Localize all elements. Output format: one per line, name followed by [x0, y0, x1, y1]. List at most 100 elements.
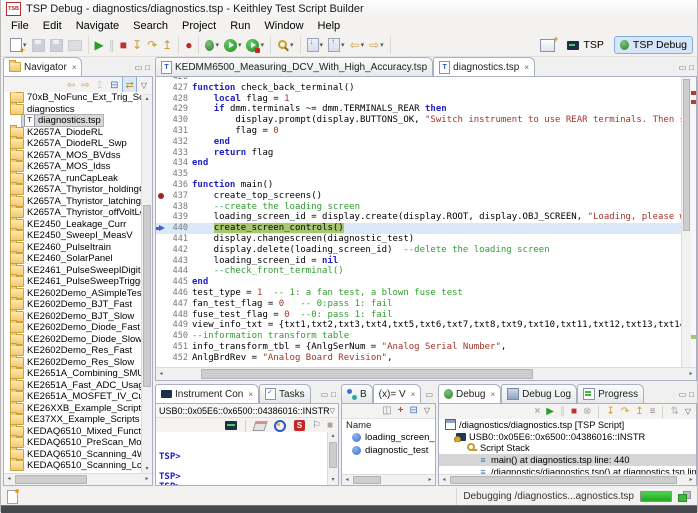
- instruction-pointer-icon[interactable]: [156, 223, 166, 234]
- variable-row[interactable]: diagnostic_test: [342, 444, 435, 457]
- tree-item[interactable]: KE2602Demo_BJT_Fast: [4, 299, 142, 311]
- minimize-icon[interactable]: ▭: [425, 391, 433, 399]
- tree-item[interactable]: K2657A_DiodeRL_Swp: [4, 138, 142, 150]
- scrollbar-thumb[interactable]: [143, 205, 151, 387]
- console-output[interactable]: TSP>TSP>TSP>: [156, 432, 328, 485]
- run-icon[interactable]: ▾: [222, 37, 244, 54]
- tree-item[interactable]: KE2602Demo_Res_Fast: [4, 345, 142, 357]
- scroll-left-icon[interactable]: ◂: [342, 475, 352, 485]
- next-annotation-icon[interactable]: ▾: [305, 37, 326, 54]
- editor-vscrollbar[interactable]: [681, 77, 691, 368]
- maximize-icon[interactable]: □: [331, 391, 336, 399]
- minimize-icon[interactable]: ▭: [135, 64, 143, 72]
- disconnect-icon[interactable]: ⊗: [581, 403, 593, 420]
- tree-item[interactable]: K2657A_MOS_Idss: [4, 161, 142, 173]
- view-menu-icon[interactable]: ▽: [683, 403, 693, 420]
- resume-icon[interactable]: ▶: [544, 403, 556, 420]
- dropdown-arrow-icon[interactable]: ▾: [290, 42, 294, 49]
- menu-navigate[interactable]: Navigate: [69, 19, 126, 33]
- variable-row[interactable]: loading_screen_id: [342, 431, 435, 444]
- tree-item[interactable]: KEDAQ6510_Scanning_Low_Lev: [4, 460, 142, 472]
- tab-breakpoints[interactable]: B: [341, 384, 373, 403]
- navigator-hscrollbar[interactable]: ◂ ▸: [4, 473, 152, 485]
- dropdown-arrow-icon[interactable]: ▾: [260, 42, 264, 49]
- step-return-icon[interactable]: ↥: [633, 403, 645, 420]
- scrollbar-thumb[interactable]: [450, 476, 677, 484]
- debug-tree-item[interactable]: /diagnostics/diagnostics.tsp [TSP Script…: [439, 419, 696, 431]
- error-mark[interactable]: [691, 91, 696, 95]
- menu-file[interactable]: File: [4, 19, 36, 33]
- remove-terminated-icon[interactable]: ×: [532, 403, 542, 420]
- scroll-left-icon[interactable]: ◂: [439, 475, 449, 485]
- scroll-right-icon[interactable]: ▸: [686, 475, 696, 485]
- menu-run[interactable]: Run: [223, 19, 257, 33]
- scroll-right-icon[interactable]: ▸: [425, 475, 435, 485]
- dropdown-arrow-icon[interactable]: ▾: [215, 42, 219, 49]
- debug-icon[interactable]: ▾: [203, 37, 221, 54]
- dropdown-arrow-icon[interactable]: ▾: [380, 42, 384, 49]
- scrollbar-thumb[interactable]: [683, 79, 690, 231]
- tree-item[interactable]: KE2602Demo_Diode_Slow: [4, 334, 142, 346]
- tree-item[interactable]: KE2651A_Fast_ADC_Usage: [4, 380, 142, 392]
- editor-hscrollbar[interactable]: ◂ ▸: [156, 367, 696, 380]
- tree-item[interactable]: KE2651A_Combining_SMUs_for: [4, 368, 142, 380]
- step-return-icon[interactable]: ↥: [160, 37, 174, 54]
- background-jobs-icon[interactable]: [678, 491, 691, 502]
- save-all-icon[interactable]: [48, 37, 65, 54]
- step-filters-icon[interactable]: ⇅: [668, 403, 680, 420]
- menu-search[interactable]: Search: [126, 19, 175, 33]
- menu-project[interactable]: Project: [175, 19, 223, 33]
- scroll-left-icon[interactable]: ◂: [156, 368, 166, 380]
- tab-debug-log[interactable]: Debug Log: [501, 384, 577, 403]
- maximize-icon[interactable]: □: [689, 64, 694, 72]
- scroll-left-icon[interactable]: ◂: [4, 474, 14, 485]
- new-expression-icon[interactable]: +: [396, 403, 406, 420]
- scrollbar-thumb[interactable]: [329, 442, 337, 468]
- minimize-icon[interactable]: ▭: [321, 391, 329, 399]
- back-icon[interactable]: ⇦▾: [348, 37, 367, 54]
- dropdown-arrow-icon[interactable]: ▾: [361, 42, 365, 49]
- debug-hscrollbar[interactable]: ◂ ▸: [439, 474, 696, 485]
- search-icon[interactable]: ▾: [275, 37, 296, 54]
- close-icon[interactable]: ×: [490, 390, 495, 399]
- tab-tasks[interactable]: Tasks: [259, 384, 311, 403]
- tree-item[interactable]: KE2602Demo_BJT_Slow: [4, 311, 142, 323]
- prev-annotation-icon[interactable]: ▾: [326, 37, 347, 54]
- navigator-vscrollbar[interactable]: ▴ ▾: [141, 95, 152, 474]
- dropdown-arrow-icon[interactable]: ▾: [238, 42, 242, 49]
- show-columns-icon[interactable]: ◫: [380, 403, 393, 420]
- scroll-up-icon[interactable]: ▴: [328, 432, 338, 441]
- scrollbar-thumb[interactable]: [201, 369, 533, 379]
- breakpoint-marker[interactable]: [156, 191, 166, 202]
- resume-icon[interactable]: ▶: [93, 37, 106, 54]
- tab-navigator[interactable]: Navigator ×: [3, 57, 82, 76]
- tree-item[interactable]: KEDAQ6510_PreScan_Monitor: [4, 437, 142, 449]
- terminate-icon[interactable]: ■: [569, 403, 579, 420]
- close-icon[interactable]: ×: [248, 390, 253, 399]
- tree-item[interactable]: K2657A_runCapLeak: [4, 173, 142, 185]
- drop-to-frame-icon[interactable]: ≡: [648, 403, 658, 420]
- debug-tree-item[interactable]: Script Stack: [439, 442, 696, 454]
- menu-edit[interactable]: Edit: [36, 19, 69, 33]
- variables-hscrollbar[interactable]: ◂ ▸: [342, 474, 435, 485]
- tab-diagnostics-file[interactable]: diagnostics.tsp ×: [433, 57, 535, 76]
- menu-window[interactable]: Window: [257, 19, 310, 33]
- close-icon[interactable]: ×: [411, 390, 416, 399]
- tree-item[interactable]: KE2602Demo_Res_Slow: [4, 357, 142, 369]
- dropdown-arrow-icon[interactable]: ▾: [320, 42, 324, 49]
- variables-name-header[interactable]: Name: [342, 419, 435, 431]
- debug-tree-item[interactable]: USB0::0x05E6::0x6500::04386016::INSTR: [439, 431, 696, 443]
- tree-item[interactable]: K2657A_Thyristor_offVoltLeakI: [4, 207, 142, 219]
- terminate-icon[interactable]: ■: [118, 37, 129, 54]
- tree-item[interactable]: KE2450_Leakage_Curr: [4, 219, 142, 231]
- forward-icon[interactable]: ⇨▾: [367, 37, 386, 54]
- tab-progress[interactable]: Progress: [577, 384, 644, 403]
- tree-item[interactable]: KE2602Demo_ASimpleTest: [4, 288, 142, 300]
- maximize-icon[interactable]: □: [689, 391, 694, 399]
- scroll-right-icon[interactable]: ▸: [686, 368, 696, 380]
- tree-item[interactable]: KE2461_PulseSweepIDigitizeV: [4, 265, 142, 277]
- tree-item[interactable]: KE2461_PulseSweepTriggerOut: [4, 276, 142, 288]
- collapse-all-icon[interactable]: ⊟: [407, 403, 419, 420]
- perspective-tsp[interactable]: TSP: [562, 37, 608, 53]
- step-into-icon[interactable]: ↧: [604, 403, 616, 420]
